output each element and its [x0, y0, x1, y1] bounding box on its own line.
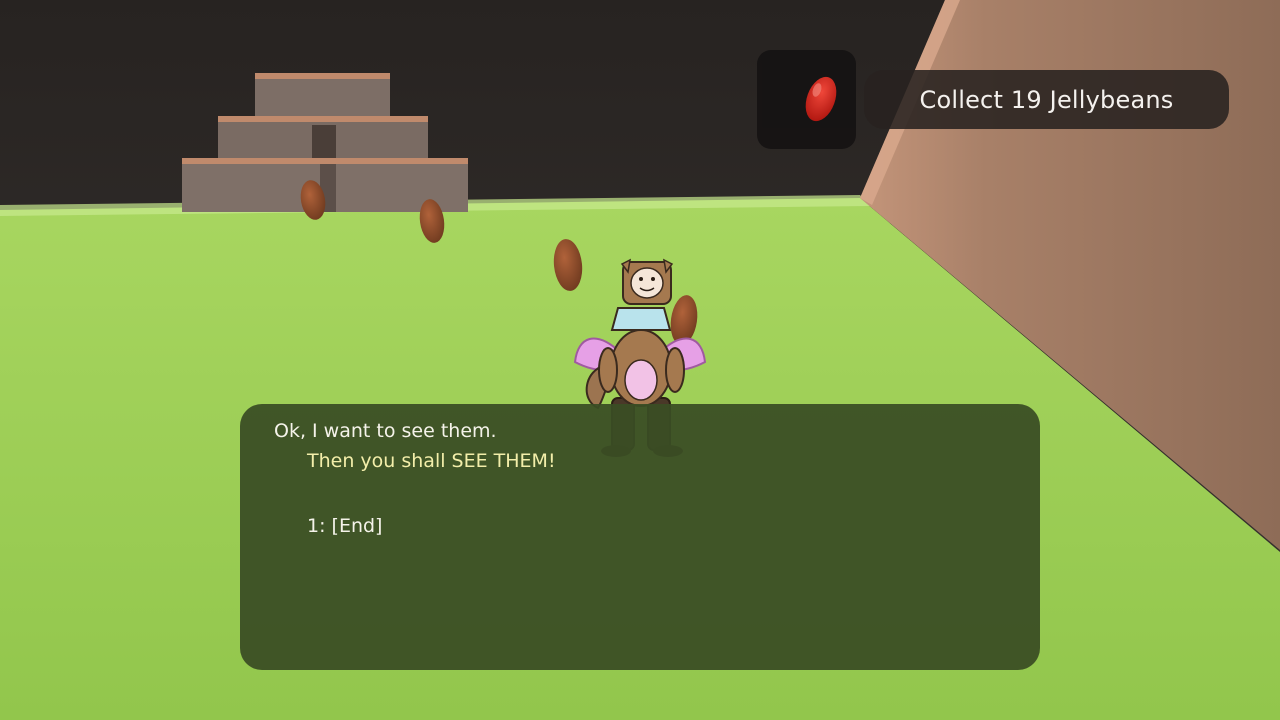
objective-text: Collect 19 Jellybeans [919, 85, 1174, 114]
objective-icon-frame [757, 50, 856, 149]
game-viewport: Collect 19 Jellybeans Ok, I want to see … [0, 0, 1280, 720]
dialog-choice-end[interactable]: 1: [End] [307, 515, 382, 537]
dialog-npc-line: Then you shall SEE THEM! [307, 450, 556, 472]
dialog-box: Ok, I want to see them. Then you shall S… [240, 404, 1040, 670]
dialog-player-line: Ok, I want to see them. [274, 420, 497, 442]
jellybean-icon [805, 76, 837, 122]
objective-banner: Collect 19 Jellybeans [864, 70, 1229, 129]
